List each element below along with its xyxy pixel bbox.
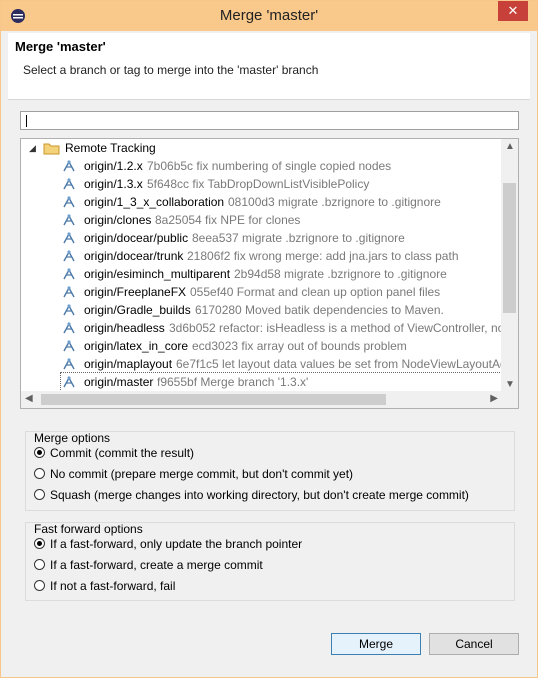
- radio-ff-create-commit-label: If a fast-forward, create a merge commit: [50, 558, 263, 572]
- remote-branch-icon: [63, 214, 75, 226]
- branch-name: origin/maplayout: [84, 357, 173, 371]
- vertical-scroll-thumb[interactable]: [503, 183, 516, 313]
- branch-commit-description: ecd3023 fix array out of bounds problem: [192, 339, 407, 353]
- branch-commit-description: 6170280 Moved batik dependencies to Mave…: [195, 303, 444, 317]
- branch-commit-description: 3d6b052 refactor: isHeadless is a method…: [169, 321, 508, 335]
- branch-commit-description: 055ef40 Format and clean up option panel…: [190, 285, 441, 299]
- branch-commit-description: 6e7f1c5 let layout data values be set fr…: [176, 357, 507, 371]
- radio-ff-only-update-label: If a fast-forward, only update the branc…: [50, 537, 303, 551]
- text-caret: [26, 115, 27, 127]
- horizontal-scrollbar[interactable]: ◀ ▶: [21, 391, 502, 408]
- radio-squash-indicator[interactable]: [34, 489, 45, 500]
- remote-branch-icon: [63, 304, 75, 316]
- branch-name: origin/docear/public: [84, 231, 189, 245]
- scroll-up-icon[interactable]: ▲: [505, 141, 515, 152]
- branch-commit-description: 21806f2 fix wrong merge: add jna.jars to…: [187, 249, 459, 263]
- radio-no-commit-indicator[interactable]: [34, 468, 45, 479]
- radio-ff-fail-label: If not a fast-forward, fail: [50, 579, 176, 593]
- header-title: Merge 'master': [15, 39, 106, 54]
- branch-name: origin/Gradle_builds: [84, 303, 191, 317]
- scroll-down-icon[interactable]: ▼: [505, 379, 515, 390]
- fast-forward-options-group: Fast forward options If a fast-forward, …: [25, 522, 515, 601]
- branch-commit-description: 8a25054 fix NPE for clones: [155, 213, 301, 227]
- branch-name: origin/1.2.x: [84, 159, 143, 173]
- collapse-arrow-icon[interactable]: ◢: [29, 139, 36, 157]
- remote-branch-icon: [63, 358, 75, 370]
- remote-branch-icon: [63, 376, 75, 388]
- window-title: Merge 'master': [219, 7, 319, 24]
- close-button[interactable]: ✕: [498, 1, 528, 21]
- branch-commit-description: 5f648cc fix TabDropDownListVisiblePolicy: [147, 177, 370, 191]
- folder-icon: [43, 143, 60, 155]
- branch-commit-description: 08100d3 migrate .bzrignore to .gitignore: [228, 195, 441, 209]
- horizontal-scroll-thumb[interactable]: [41, 394, 386, 405]
- cancel-button[interactable]: Cancel: [429, 633, 519, 655]
- remote-branch-icon: [63, 160, 75, 172]
- branch-name: origin/esiminch_multiparent: [84, 267, 231, 281]
- branch-name: origin/FreeplaneFX: [84, 285, 187, 299]
- branch-name: origin/latex_in_core: [84, 339, 189, 353]
- branch-name: origin/clones: [84, 213, 152, 227]
- filter-input[interactable]: [20, 111, 519, 130]
- radio-commit-label: Commit (commit the result): [50, 446, 195, 460]
- radio-ff-only-update-indicator[interactable]: [34, 538, 45, 549]
- radio-ff-fail-indicator[interactable]: [34, 580, 45, 591]
- radio-squash-label: Squash (merge changes into working direc…: [50, 488, 469, 502]
- merge-dialog: Merge 'master' ✕ Merge 'master' Select a…: [0, 0, 538, 678]
- title-bar[interactable]: Merge 'master' ✕: [1, 1, 537, 31]
- remote-branch-icon: [63, 340, 75, 352]
- remote-branch-icon: [63, 250, 75, 262]
- branch-commit-description: 2b94d58 migrate .bzrignore to .gitignore: [234, 267, 447, 281]
- branch-name: origin/master: [84, 375, 154, 389]
- remote-branch-icon: [63, 322, 75, 334]
- branch-tree[interactable]: ◢ Remote Tracking origin/1.2.x 7b06b5c fi…: [20, 138, 519, 409]
- remote-branch-icon: [63, 286, 75, 298]
- branch-commit-description: 8eea537 migrate .bzrignore to .gitignore: [192, 231, 405, 245]
- remote-branch-icon: [63, 232, 75, 244]
- dialog-header: Merge 'master' Select a branch or tag to…: [8, 33, 530, 100]
- fast-forward-options-title: Fast forward options: [34, 522, 143, 536]
- branch-name: origin/1.3.x: [84, 177, 143, 191]
- radio-ff-create-commit-indicator[interactable]: [34, 559, 45, 570]
- merge-button[interactable]: Merge: [331, 633, 421, 655]
- merge-options-group: Merge options Commit (commit the result)…: [25, 431, 515, 511]
- radio-commit-indicator[interactable]: [34, 447, 45, 458]
- scroll-right-icon[interactable]: ▶: [490, 393, 498, 404]
- remote-branch-icon: [63, 178, 75, 190]
- vertical-scrollbar[interactable]: ▲ ▼: [501, 139, 518, 392]
- tree-group-label: Remote Tracking: [65, 141, 156, 155]
- remote-branch-icon: [63, 196, 75, 208]
- scrollbar-corner: [501, 391, 518, 408]
- branch-name: origin/docear/trunk: [84, 249, 184, 263]
- branch-name: origin/1_3_x_collaboration: [84, 195, 225, 209]
- branch-name: origin/headless: [84, 321, 165, 335]
- radio-no-commit-label: No commit (prepare merge commit, but don…: [50, 467, 354, 481]
- remote-branch-icon: [63, 268, 75, 280]
- merge-options-title: Merge options: [34, 431, 111, 445]
- branch-commit-description: f9655bf Merge branch '1.3.x': [157, 375, 309, 389]
- tree-row[interactable]: origin/master f9655bf Merge branch '1.3.x…: [60, 372, 518, 392]
- branch-commit-description: 7b06b5c fix numbering of single copied n…: [147, 159, 392, 173]
- scroll-left-icon[interactable]: ◀: [25, 393, 33, 404]
- header-description: Select a branch or tag to merge into the…: [23, 63, 319, 77]
